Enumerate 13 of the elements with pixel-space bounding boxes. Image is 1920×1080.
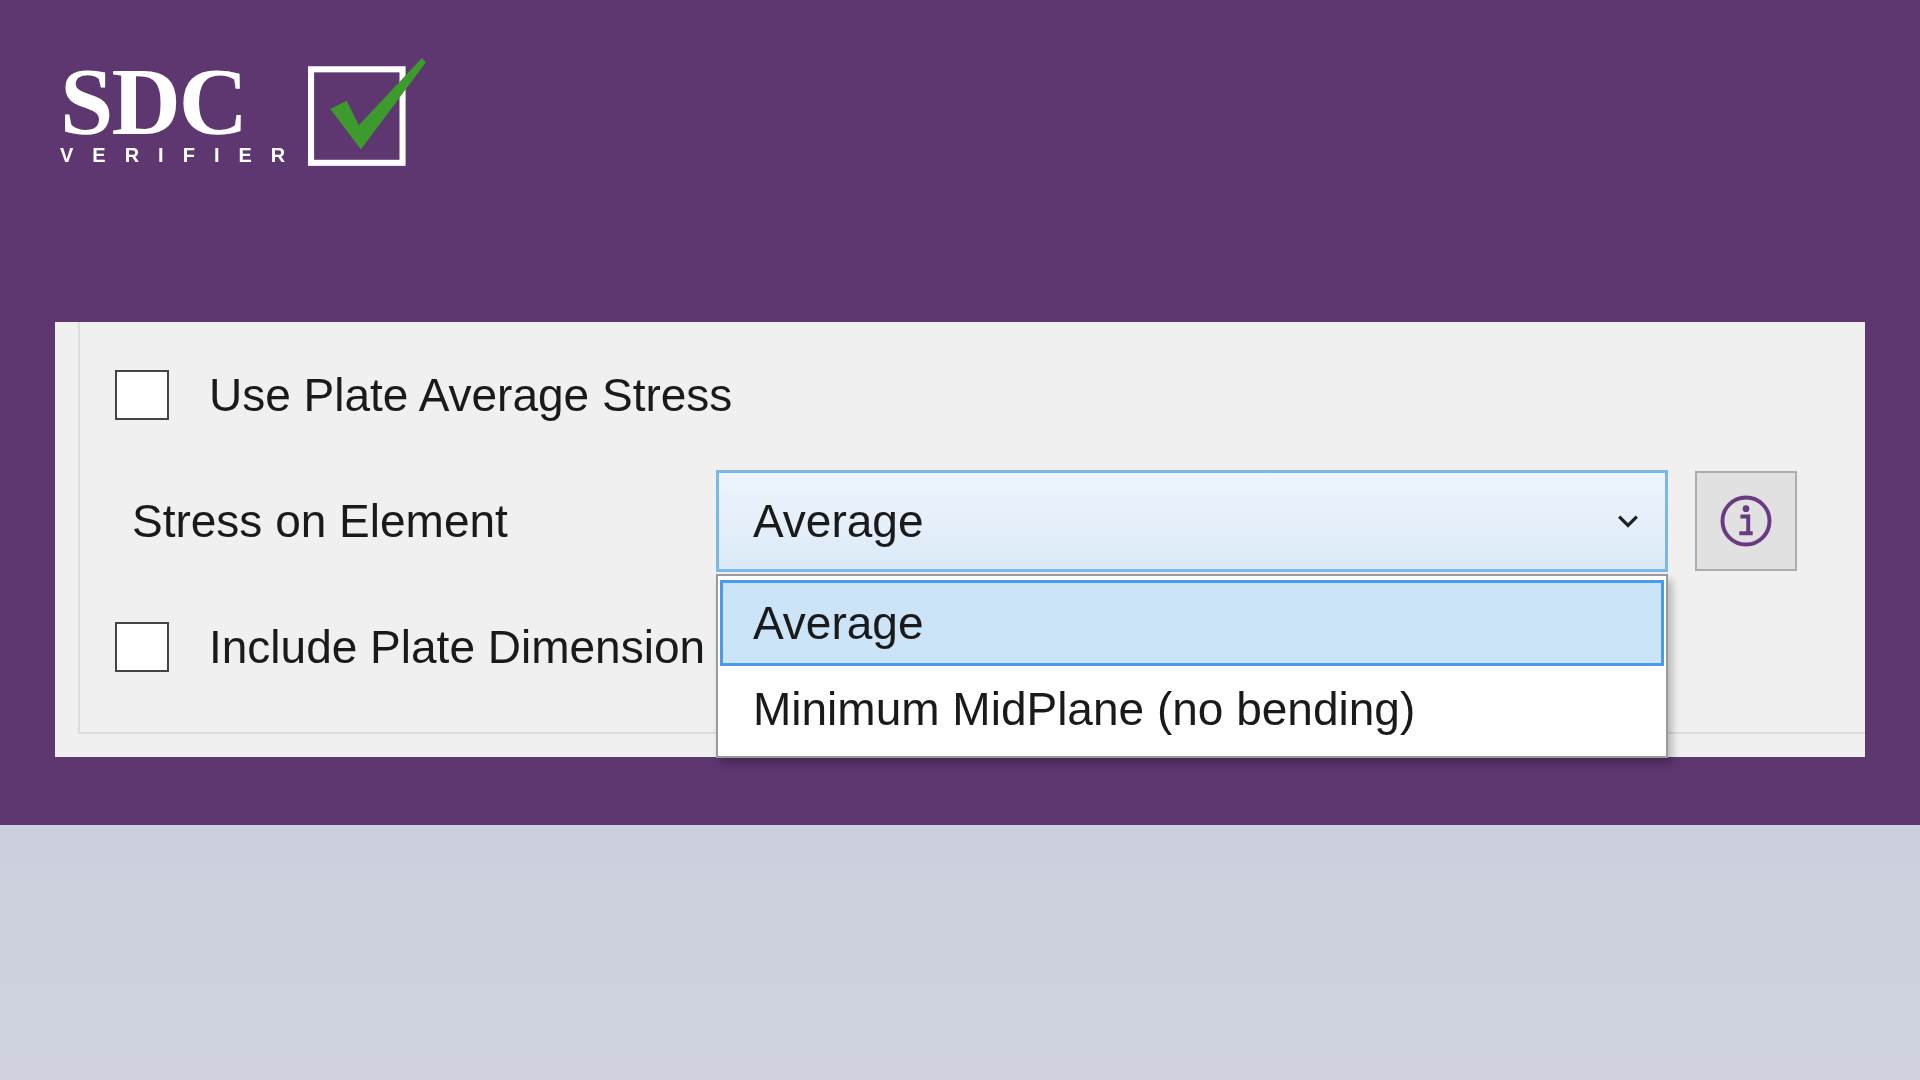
checkbox-label: Include Plate Dimension [209,620,706,674]
dropdown[interactable]: Average [716,470,1668,572]
checkbox-label: Use Plate Average Stress [209,368,733,422]
checkbox[interactable] [115,370,169,420]
info-button[interactable] [1695,471,1797,571]
field-label: Stress on Element [131,494,509,548]
chevron-down-icon [1617,514,1639,528]
logo-wordmark: SDC [60,62,247,142]
checkbox[interactable] [115,622,169,672]
dropdown-option[interactable]: Minimum MidPlane (no bending) [720,666,1664,752]
info-icon [1718,493,1774,549]
logo-tagline: VERIFIER [60,143,305,168]
dropdown-option[interactable]: Average [720,580,1664,666]
